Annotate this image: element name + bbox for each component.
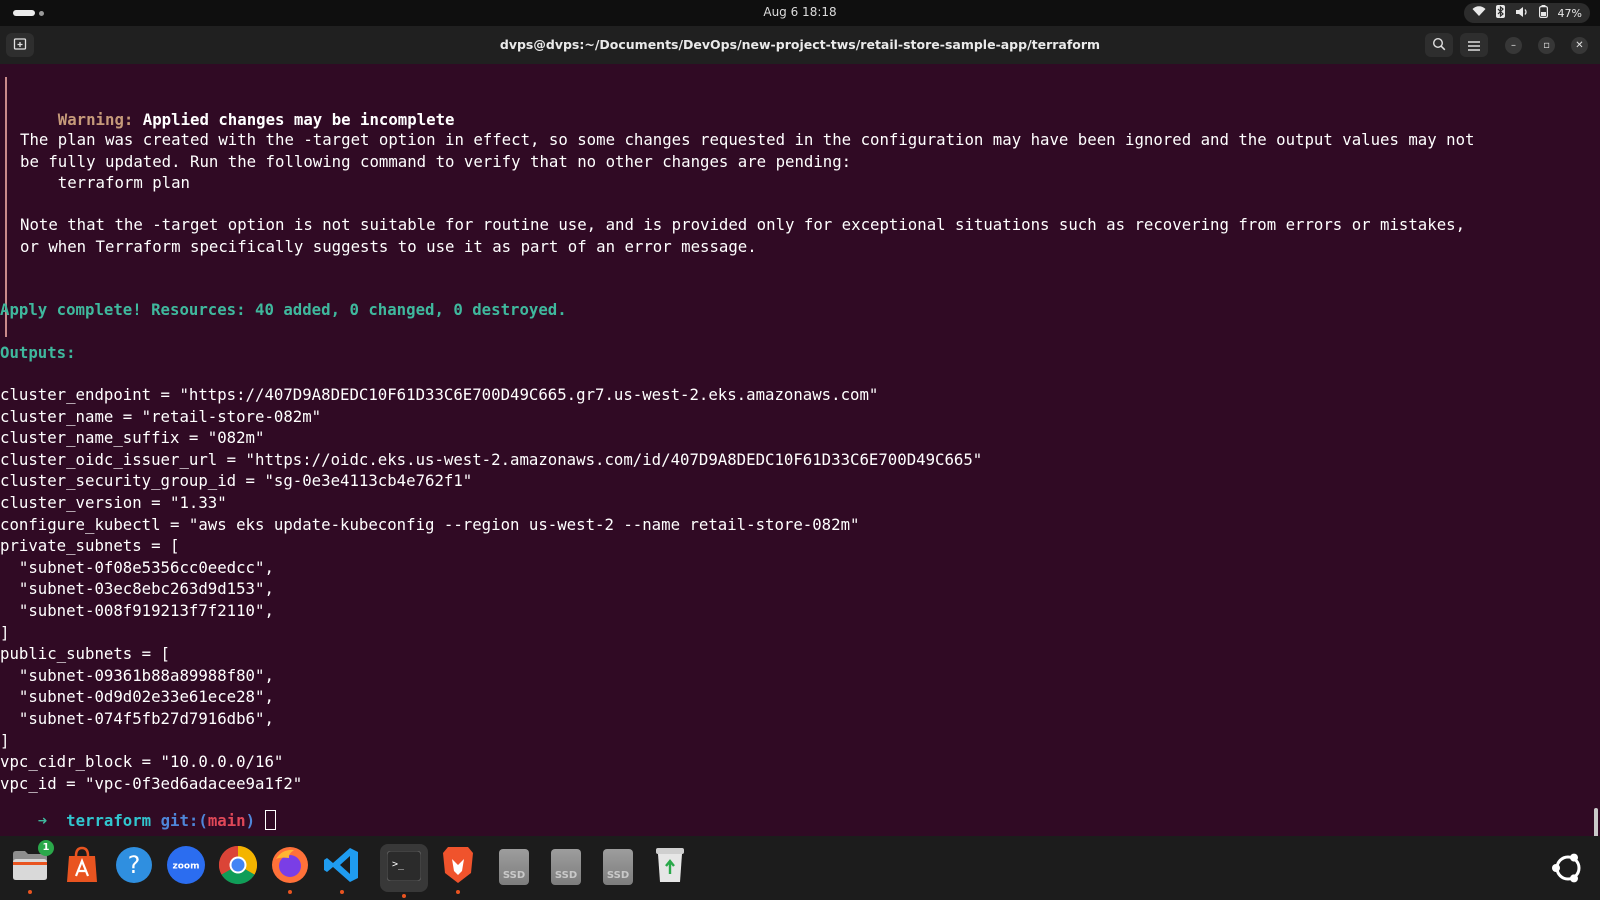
warning-title: Applied changes may be incomplete [142, 109, 455, 129]
minimize-icon: – [1511, 40, 1516, 51]
dock-app-terminal[interactable]: >_ [380, 844, 428, 898]
warning-line: Note that the -target option is not suit… [20, 215, 1466, 234]
dock: 1 ? zoom >_ SSD SSD SSD [0, 836, 1600, 900]
output-line: "subnet-03ec8ebc263d9d153", [0, 579, 274, 599]
output-line: private_subnets = [ [0, 536, 180, 556]
bluetooth-icon [1495, 5, 1505, 21]
apply-complete-message: Apply complete! Resources: 40 added, 0 c… [0, 300, 567, 319]
zoom-icon: zoom [166, 845, 206, 889]
output-line: public_subnets = [ [0, 644, 171, 664]
terminal-output[interactable]: Warning: Applied changes may be incomple… [0, 64, 1600, 840]
search-button[interactable] [1425, 33, 1453, 57]
prompt-branch: main [207, 810, 246, 830]
running-indicator [28, 890, 32, 894]
trash-icon [654, 846, 686, 888]
volume-icon [1515, 6, 1529, 21]
dock-app-app-center[interactable] [62, 846, 102, 888]
warning-line: The plan was created with the -target op… [20, 130, 1475, 149]
output-line: cluster_security_group_id = "sg-0e3e4113… [0, 471, 473, 491]
output-line: "subnet-0d9d02e33e61ece28", [0, 687, 274, 707]
dock-app-vscode[interactable] [322, 846, 362, 894]
dock-app-brave[interactable] [438, 845, 478, 894]
app-center-icon [65, 846, 99, 888]
output-line: cluster_name_suffix = "082m" [0, 428, 265, 448]
close-button[interactable]: ✕ [1571, 37, 1588, 54]
svg-text:>_: >_ [392, 859, 405, 870]
close-icon: ✕ [1575, 40, 1584, 51]
dock-drive-ssd[interactable]: SSD [494, 846, 534, 888]
text-cursor [265, 809, 277, 830]
ssd-drive-icon: SSD [499, 849, 529, 885]
dock-drive-ssd[interactable]: SSD [598, 846, 638, 888]
help-icon: ? [115, 846, 153, 888]
outputs-header: Outputs: [0, 343, 76, 362]
battery-icon [1538, 5, 1548, 21]
prompt-git-suffix: ) [245, 810, 256, 830]
notification-badge: 1 [38, 840, 54, 856]
ssd-drive-icon: SSD [603, 849, 633, 885]
output-line: "subnet-074f5fb27d7916db6", [0, 709, 274, 728]
hamburger-menu-icon [1468, 36, 1480, 55]
output-line: cluster_name = "retail-store-082m" [0, 406, 322, 426]
output-line: vpc_cidr_block = "10.0.0.0/16" [0, 752, 284, 772]
show-apps-button[interactable] [1550, 850, 1586, 886]
maximize-button[interactable]: ▫ [1538, 37, 1555, 54]
brave-icon [440, 845, 476, 889]
firefox-icon [270, 845, 310, 889]
prompt-directory: terraform [66, 810, 152, 830]
wifi-icon [1472, 6, 1486, 20]
prompt-git-prefix: git:( [160, 810, 208, 830]
prompt-arrow: ➜ [37, 810, 48, 830]
vscode-icon [323, 846, 361, 888]
search-icon [1432, 36, 1446, 55]
output-line: cluster_version = "1.33" [0, 493, 227, 512]
battery-percentage: 47% [1557, 6, 1582, 20]
menu-button[interactable] [1460, 33, 1488, 57]
ssd-drive-icon: SSD [551, 849, 581, 885]
warning-label: Warning: [57, 109, 134, 129]
dock-app-zoom[interactable]: zoom [166, 846, 206, 888]
chrome-icon [218, 845, 258, 889]
top-bar: Aug 6 18:18 47% [0, 0, 1600, 26]
running-indicator [340, 890, 344, 894]
minimize-button[interactable]: – [1505, 37, 1522, 54]
svg-text:zoom: zoom [173, 862, 200, 872]
warning-line: or when Terraform specifically suggests … [20, 236, 757, 256]
warning-line: terraform plan [20, 173, 191, 192]
svg-text:?: ? [128, 851, 141, 879]
running-indicator [288, 890, 292, 894]
output-line: ] [0, 622, 10, 642]
output-line: cluster_oidc_issuer_url = "https://oidc.… [0, 449, 983, 469]
output-line: ] [0, 730, 10, 750]
dock-drive-ssd[interactable]: SSD [546, 846, 586, 888]
dock-app-help[interactable]: ? [114, 846, 154, 888]
ubuntu-logo-icon [1550, 853, 1586, 890]
system-tray[interactable]: 47% [1463, 3, 1590, 23]
window-title: dvps@dvps:~/Documents/DevOps/new-project… [499, 37, 1101, 52]
terminal-icon: >_ [386, 850, 422, 885]
restore-icon: ▫ [1543, 40, 1550, 51]
dock-app-trash[interactable] [650, 846, 690, 888]
output-line: "subnet-008f919213f7f2110", [0, 601, 274, 620]
dock-app-firefox[interactable] [270, 845, 310, 894]
new-tab-button[interactable] [6, 33, 34, 57]
terminal-headerbar: dvps@dvps:~/Documents/DevOps/new-project… [0, 26, 1600, 64]
output-line: "subnet-0f08e5356cc0eedcc", [0, 557, 274, 577]
new-tab-icon [13, 36, 27, 55]
clock[interactable]: Aug 6 18:18 [763, 5, 836, 19]
running-indicator [402, 894, 406, 898]
running-indicator [456, 890, 460, 894]
warning-line: be fully updated. Run the following comm… [20, 151, 852, 171]
dock-app-files[interactable]: 1 [10, 840, 54, 894]
output-line: cluster_endpoint = "https://407D9A8DEDC1… [0, 385, 879, 404]
output-line: "subnet-09361b88a89988f80", [0, 665, 274, 685]
output-line: configure_kubectl = "aws eks update-kube… [0, 514, 860, 534]
dock-app-chrome[interactable] [218, 845, 258, 889]
